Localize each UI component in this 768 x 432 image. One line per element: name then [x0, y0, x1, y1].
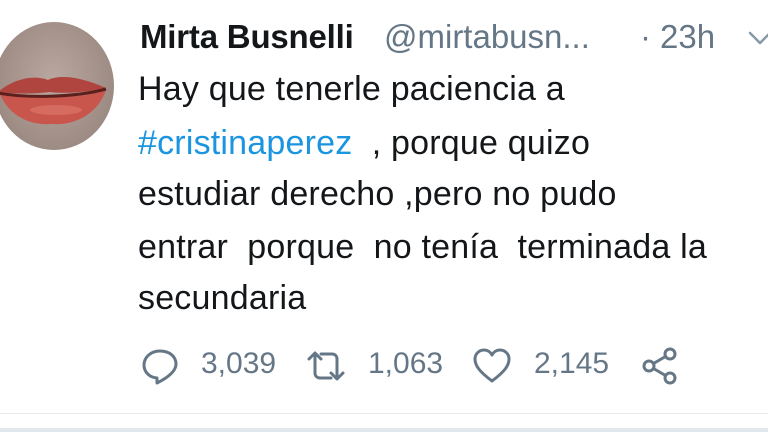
tweet-text-line: #cristinaperez , porque quizo — [138, 124, 590, 163]
tweet-text-line: estudiar derecho ,pero no pudo — [138, 175, 617, 213]
avatar-image — [0, 77, 107, 125]
like-count: 2,145 — [534, 347, 610, 380]
tweet-text-segment: , porque quizo — [352, 124, 591, 162]
author-handle[interactable]: @mirtabusn... — [384, 18, 590, 56]
hashtag-link[interactable]: #cristinaperez — [138, 124, 352, 162]
timestamp[interactable]: 23h — [660, 18, 715, 56]
divider — [0, 413, 768, 414]
reply-icon[interactable] — [140, 346, 180, 386]
tweet-text-line: Hay que tenerle paciencia a — [138, 70, 565, 108]
retweet-icon[interactable] — [306, 346, 346, 386]
avatar[interactable] — [0, 22, 114, 150]
reply-count: 3,039 — [201, 347, 277, 380]
divider — [0, 428, 768, 432]
heart-icon[interactable] — [472, 346, 512, 386]
share-icon[interactable] — [640, 346, 680, 386]
retweet-count: 1,063 — [368, 347, 444, 380]
separator-dot: · — [640, 18, 651, 55]
tweet-text-line: secundaria — [138, 279, 307, 317]
author-name[interactable]: Mirta Busnelli — [140, 18, 354, 56]
chevron-down-icon[interactable] — [748, 30, 768, 46]
tweet-text-line: entrar porque no tenía terminada la — [138, 228, 707, 266]
tweet: Mirta Busnelli @mirtabusn... · 23h Hay q… — [0, 0, 768, 432]
